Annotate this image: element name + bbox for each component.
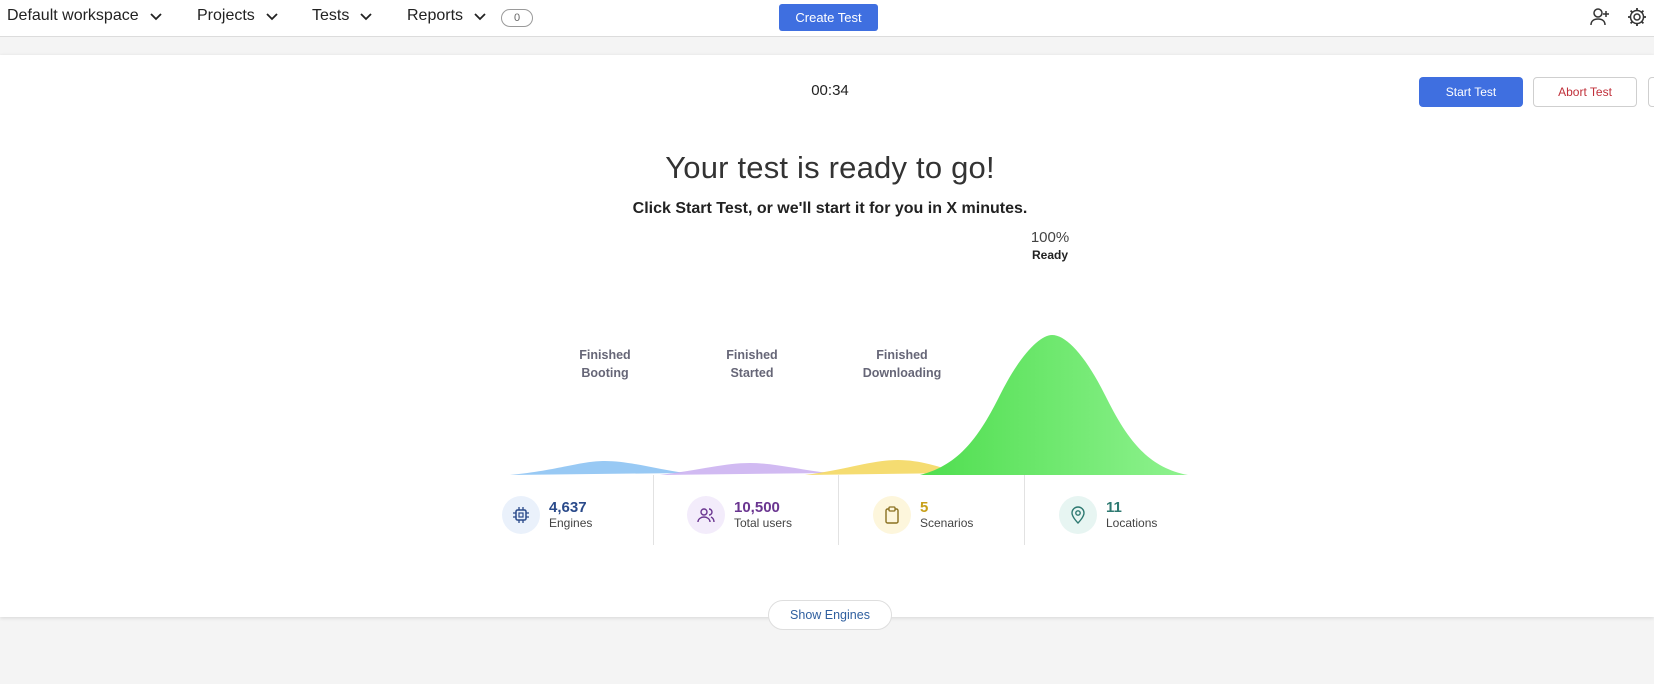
countdown-timer: 00:34	[811, 82, 849, 99]
projects-label: Projects	[197, 7, 255, 24]
divider	[653, 475, 654, 545]
workspace-dropdown[interactable]: Default workspace	[7, 7, 163, 25]
chevron-down-icon	[266, 13, 278, 21]
stat-engines: 4,637 Engines	[502, 485, 592, 545]
engines-count: 4,637	[549, 499, 587, 516]
test-status-card: 00:34 Start Test Abort Test Your test is…	[0, 55, 1654, 617]
scenarios-label: Scenarios	[920, 516, 974, 530]
reports-label: Reports	[407, 7, 464, 24]
wave-started	[660, 463, 830, 475]
reports-count-badge: 0	[501, 9, 533, 27]
progress-waves-chart	[510, 335, 1188, 475]
users-icon	[687, 496, 725, 534]
wave-ready	[920, 335, 1188, 475]
chevron-down-icon	[360, 13, 372, 21]
reports-dropdown[interactable]: Reports	[407, 7, 487, 25]
abort-test-button[interactable]: Abort Test	[1533, 77, 1637, 107]
start-test-button[interactable]: Start Test	[1419, 77, 1523, 107]
chevron-down-icon	[474, 13, 486, 21]
tests-label: Tests	[312, 7, 350, 24]
cpu-icon	[502, 496, 540, 534]
create-test-button[interactable]: Create Test	[779, 4, 878, 31]
gear-icon[interactable]	[1626, 6, 1648, 28]
scenarios-count: 5	[920, 499, 929, 516]
top-navigation: Default workspace Projects Tests Reports…	[0, 0, 1654, 37]
tests-dropdown[interactable]: Tests	[312, 7, 373, 25]
projects-dropdown[interactable]: Projects	[197, 7, 279, 25]
divider	[838, 475, 839, 545]
total-users-count: 10,500	[734, 499, 780, 516]
location-pin-icon	[1059, 496, 1097, 534]
add-user-icon[interactable]	[1589, 6, 1611, 28]
clipboard-icon	[873, 496, 911, 534]
engines-label: Engines	[549, 516, 593, 530]
page-title: Your test is ready to go!	[665, 150, 995, 185]
locations-label: Locations	[1106, 516, 1158, 530]
stat-scenarios: 5 Scenarios	[873, 485, 973, 545]
total-users-label: Total users	[734, 516, 793, 530]
stat-locations: 11 Locations	[1059, 485, 1157, 545]
more-options-button[interactable]	[1648, 77, 1654, 107]
divider	[1024, 475, 1025, 545]
wave-booting	[510, 461, 685, 475]
chevron-down-icon	[149, 13, 162, 21]
stat-total-users: 10,500 Total users	[687, 485, 792, 545]
workspace-label: Default workspace	[7, 7, 139, 24]
locations-count: 11	[1106, 499, 1122, 516]
show-engines-button[interactable]: Show Engines	[768, 600, 892, 630]
